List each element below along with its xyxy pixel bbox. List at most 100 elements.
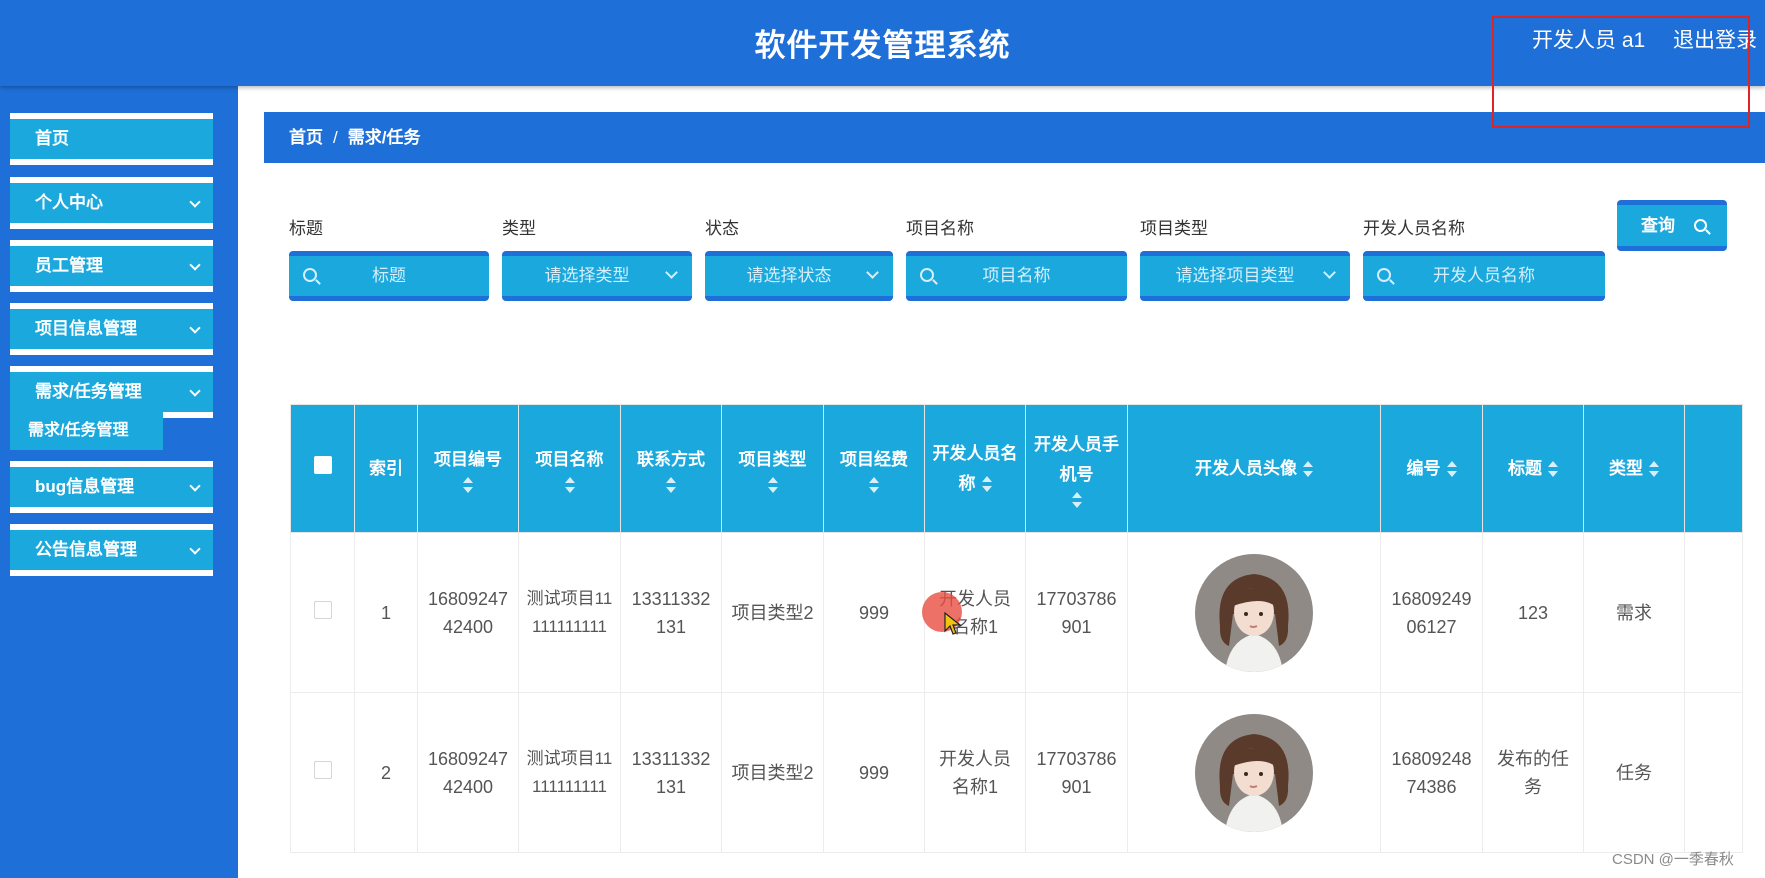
header-label: 开发人员手机号: [1034, 434, 1119, 484]
title-filter-label: 标题: [289, 219, 323, 238]
chevron-down-icon: [189, 259, 201, 271]
header-project-fee[interactable]: 项目经费: [823, 404, 925, 533]
header-dev-phone[interactable]: 开发人员手机号: [1025, 404, 1128, 533]
cell-project-name: 测试项目11111111111: [518, 692, 621, 853]
header-contact[interactable]: 联系方式: [620, 404, 722, 533]
header-label: 类型: [1609, 458, 1643, 478]
header-project-type[interactable]: 项目类型: [721, 404, 824, 533]
cell-type: 任务: [1583, 692, 1685, 853]
sort-icon[interactable]: [463, 476, 473, 493]
query-button[interactable]: 查询: [1617, 200, 1727, 251]
query-button-label: 查询: [1641, 216, 1675, 235]
sort-icon[interactable]: [1548, 461, 1558, 478]
type-filter-label: 类型: [502, 219, 536, 238]
cell-contact: 13311332131: [620, 692, 722, 853]
sidebar-item-label: 员工管理: [35, 256, 103, 275]
project-type-select[interactable]: 请选择项目类型: [1140, 251, 1350, 301]
sidebar-item-announcement-management[interactable]: 公告信息管理: [10, 524, 213, 576]
select-placeholder: 请选择类型: [544, 266, 630, 285]
cell-project-no: 1680924742400: [417, 692, 519, 853]
header-label: 项目编号: [434, 449, 502, 469]
table-row: 1 1680924742400 测试项目11111111111 13311332…: [290, 532, 1743, 693]
developer-name-search-input[interactable]: 开发人员名称: [1363, 251, 1605, 301]
header-dev-avatar[interactable]: 开发人员头像: [1127, 404, 1381, 533]
sidebar-item-label: 公告信息管理: [35, 540, 137, 559]
input-placeholder: 项目名称: [982, 266, 1051, 285]
header-dev-name[interactable]: 开发人员名称: [924, 404, 1026, 533]
row-checkbox[interactable]: [313, 600, 332, 619]
mouse-pointer-icon: [944, 612, 962, 635]
header-overflow: [1684, 404, 1743, 533]
cell-dev-avatar: [1127, 532, 1381, 693]
sidebar-item-home[interactable]: 首页: [10, 113, 213, 165]
annotation-highlight-box: [1492, 16, 1750, 128]
sidebar-item-label: 项目信息管理: [35, 319, 137, 338]
cell-contact: 13311332131: [620, 532, 722, 693]
cell-number: 1680924874386: [1380, 692, 1483, 853]
select-all-checkbox[interactable]: [313, 455, 332, 474]
sort-icon[interactable]: [869, 476, 879, 493]
cell-title: 发布的任务: [1482, 692, 1584, 853]
title-search-input[interactable]: 标题: [289, 251, 489, 301]
sidebar: 首页 个人中心 员工管理 项目信息管理 需求/任务管理 需求/任务管理 bug信…: [0, 86, 238, 878]
sort-icon[interactable]: [564, 476, 575, 493]
sidebar-item-employee-management[interactable]: 员工管理: [10, 240, 213, 292]
status-filter-label: 状态: [705, 219, 739, 238]
sort-icon[interactable]: [666, 476, 676, 493]
sidebar-item-project-info-management[interactable]: 项目信息管理: [10, 303, 213, 355]
project-name-search-input[interactable]: 项目名称: [906, 251, 1127, 301]
header-number[interactable]: 编号: [1380, 404, 1483, 533]
header-label: 项目名称: [535, 449, 604, 469]
sidebar-item-bug-management[interactable]: bug信息管理: [10, 461, 213, 513]
select-placeholder: 请选择状态: [746, 266, 832, 285]
sidebar-item-label: 首页: [35, 129, 69, 148]
cell-index: 1: [354, 532, 418, 693]
table-row: 2 1680924742400 测试项目11111111111 13311332…: [290, 692, 1743, 853]
header-project-name[interactable]: 项目名称: [518, 404, 621, 533]
header-label: 项目类型: [738, 449, 807, 469]
breadcrumb-home[interactable]: 首页: [289, 128, 323, 147]
cell-project-no: 1680924742400: [417, 532, 519, 693]
header-label: 标题: [1508, 458, 1542, 478]
cell-number: 1680924906127: [1380, 532, 1483, 693]
breadcrumb-separator: /: [333, 128, 338, 147]
sort-icon[interactable]: [1303, 461, 1313, 478]
project-name-filter-label: 项目名称: [906, 219, 974, 238]
cell-project-name: 测试项目11111111111: [518, 532, 621, 693]
sidebar-item-label: bug信息管理: [35, 477, 135, 496]
header-project-no[interactable]: 项目编号: [417, 404, 519, 533]
sidebar-item-requirement-task-management[interactable]: 需求/任务管理: [10, 366, 213, 418]
chevron-down-icon: [189, 196, 201, 208]
sort-icon[interactable]: [1071, 491, 1082, 508]
sort-icon[interactable]: [767, 476, 778, 493]
sidebar-item-label: 需求/任务管理: [35, 382, 142, 401]
header-label: 索引: [369, 458, 403, 478]
input-placeholder: 标题: [372, 266, 406, 285]
sort-icon[interactable]: [1649, 461, 1659, 478]
header-label: 项目经费: [840, 449, 908, 469]
developer-avatar: [1195, 553, 1313, 672]
header-label: 开发人员头像: [1195, 458, 1297, 478]
cell-overflow: [1684, 692, 1743, 853]
cell-dev-phone: 17703786901: [1025, 532, 1128, 693]
sidebar-item-label: 个人中心: [35, 193, 103, 212]
breadcrumb-current: 需求/任务: [347, 128, 421, 147]
row-checkbox[interactable]: [313, 760, 332, 779]
row-select-cell: [290, 692, 355, 853]
cell-project-type: 项目类型2: [721, 692, 824, 853]
sort-icon[interactable]: [981, 476, 992, 493]
sidebar-item-personal-center[interactable]: 个人中心: [10, 177, 213, 229]
header-type[interactable]: 类型: [1583, 404, 1685, 533]
sidebar-subitem-requirement-task[interactable]: 需求/任务管理: [10, 412, 163, 450]
input-placeholder: 开发人员名称: [1433, 266, 1535, 285]
cell-dev-name: 开发人员名称1: [924, 692, 1026, 853]
header-label: 编号: [1406, 458, 1441, 478]
header-title[interactable]: 标题: [1482, 404, 1584, 533]
sort-icon[interactable]: [1446, 461, 1457, 478]
type-select[interactable]: 请选择类型: [502, 251, 692, 301]
cell-dev-phone: 17703786901: [1025, 692, 1128, 853]
header-label: 开发人员名称: [932, 443, 1018, 493]
status-select[interactable]: 请选择状态: [705, 251, 893, 301]
developer-name-filter-label: 开发人员名称: [1363, 219, 1465, 238]
cell-project-type: 项目类型2: [721, 532, 824, 693]
